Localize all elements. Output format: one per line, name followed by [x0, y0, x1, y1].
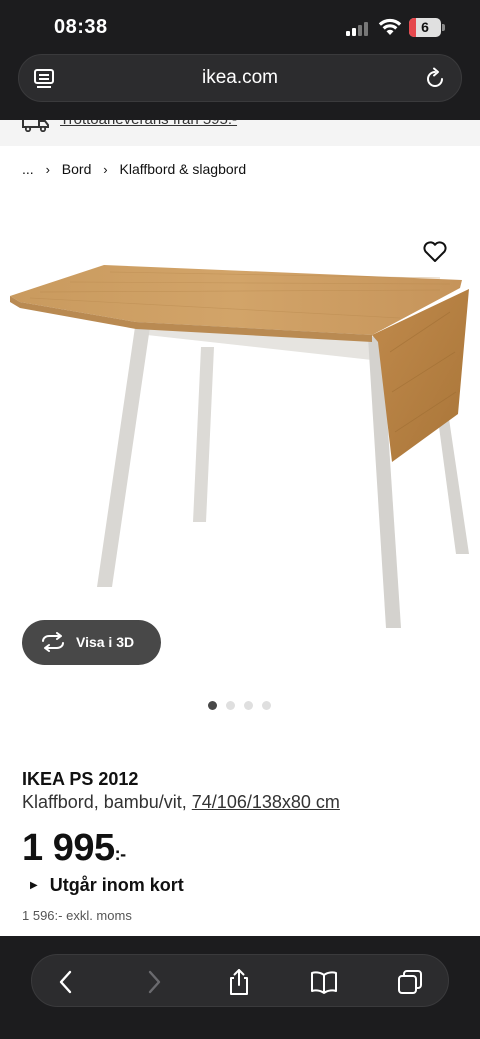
- breadcrumb-ellipsis[interactable]: ...: [22, 161, 34, 177]
- carousel-dot[interactable]: [244, 701, 253, 710]
- url-text[interactable]: ikea.com: [19, 67, 461, 89]
- reload-icon[interactable]: [423, 67, 447, 91]
- battery-icon: 6: [409, 18, 441, 37]
- availability-toggle[interactable]: ▶ Utgår inom kort: [30, 875, 184, 896]
- breadcrumb-item-klaffbord[interactable]: Klaffbord & slagbord: [120, 161, 247, 177]
- truck-icon: [22, 120, 49, 132]
- breadcrumb-item-bord[interactable]: Bord: [62, 161, 92, 177]
- chevron-right-icon: ›: [103, 162, 108, 177]
- browser-toolbar: [31, 954, 449, 1007]
- rotate-3d-icon: [42, 632, 64, 652]
- tabs-icon[interactable]: [396, 968, 424, 996]
- status-time: 08:38: [54, 16, 108, 38]
- battery-level: 6: [421, 19, 429, 35]
- product-name: IKEA PS 2012: [22, 769, 139, 789]
- back-icon[interactable]: [52, 968, 80, 996]
- battery-tip: [442, 24, 445, 31]
- forward-icon[interactable]: [140, 968, 168, 996]
- carousel-dot[interactable]: [208, 701, 217, 710]
- share-icon[interactable]: [225, 968, 253, 996]
- product-type: Klaffbord, bambu/vit,: [22, 792, 187, 812]
- availability-text[interactable]: Utgår inom kort: [50, 875, 184, 895]
- caret-right-icon: ▶: [30, 880, 38, 891]
- delivery-banner-text[interactable]: Trottoarleverans från 595:-: [60, 120, 237, 128]
- browser-bottom-bar: [0, 936, 480, 1039]
- cellular-signal-icon: [346, 20, 370, 36]
- product-description: Klaffbord, bambu/vit, 74/106/138x80 cm: [22, 792, 340, 813]
- delivery-banner[interactable]: Trottoarleverans från 595:-: [0, 120, 480, 146]
- wifi-icon: [378, 18, 402, 35]
- view-3d-label[interactable]: Visa i 3D: [76, 634, 134, 650]
- product-dimensions-link[interactable]: 74/106/138x80 cm: [192, 792, 340, 812]
- view-3d-button[interactable]: Visa i 3D: [22, 620, 161, 665]
- browser-top-bar: ikea.com: [0, 54, 480, 120]
- status-bar: 08:38 6: [0, 0, 480, 54]
- price-ex-vat: 1 596:- exkl. moms: [22, 908, 132, 923]
- product-price: 1 995:-: [22, 827, 126, 870]
- favorite-heart-icon[interactable]: [422, 240, 448, 264]
- carousel-dot[interactable]: [262, 701, 271, 710]
- carousel-dot[interactable]: [226, 701, 235, 710]
- chevron-right-icon: ›: [45, 162, 50, 177]
- address-bar[interactable]: ikea.com: [18, 54, 462, 102]
- price-value: 1 995: [22, 827, 115, 869]
- breadcrumb: ... › Bord › Klaffbord & slagbord: [22, 161, 246, 177]
- price-suffix: :-: [114, 844, 127, 864]
- bookmarks-icon[interactable]: [310, 968, 338, 996]
